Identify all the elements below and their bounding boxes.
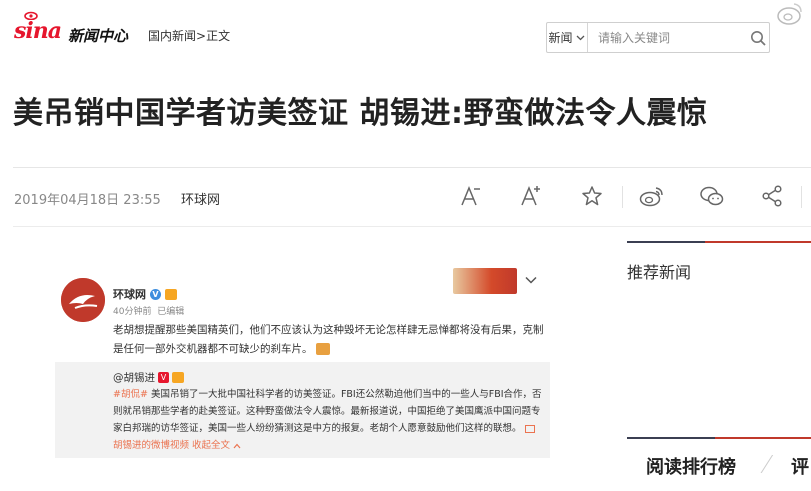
huanqiu-logo-icon xyxy=(61,278,105,322)
svg-text:sina: sina xyxy=(14,18,61,42)
breadcrumb: 国内新闻>正文 xyxy=(148,27,230,44)
avatar xyxy=(61,278,105,322)
embedded-weibo-post: 环球网 V 40分钟前 已编辑 老胡想提醒那些美国精英们，他们不应该认为这种毁坏… xyxy=(55,262,550,458)
verified-icon: V xyxy=(150,288,161,300)
repost-author-name[interactable]: @胡锡进 xyxy=(113,370,155,385)
meta-divider xyxy=(13,226,811,227)
font-larger-icon xyxy=(521,186,540,206)
weibo-corner-icon[interactable] xyxy=(774,0,804,28)
font-smaller-icon xyxy=(461,186,480,206)
title-divider xyxy=(13,167,811,168)
post-banner-image xyxy=(453,268,517,294)
recommended-bar-navy xyxy=(627,241,705,243)
article-date: 2019年04月18日 23:55 xyxy=(14,193,161,208)
post-edited: 已编辑 xyxy=(157,307,185,317)
post-author-name[interactable]: 环球网 xyxy=(113,286,146,302)
sina-eye-icon xyxy=(24,11,38,20)
repost-block: @胡锡进 V #胡侃# 美国吊销了一大批中国社科学者的访美签证。FBI还公然勒迫… xyxy=(55,362,550,458)
emoji-icon xyxy=(315,343,330,355)
post-text: 老胡想提醒那些美国精英们，他们不应该认为这种毁坏无论怎样肆无忌惮都将没有后果，克… xyxy=(113,321,545,359)
verified-red-icon: V xyxy=(158,372,169,383)
search-category-select[interactable]: 新闻 xyxy=(547,23,588,52)
recommended-bar-red xyxy=(705,241,811,243)
member-badge-icon xyxy=(165,288,177,300)
rank-bar-navy xyxy=(627,437,715,439)
share-icon xyxy=(762,185,782,207)
search-icon xyxy=(751,30,767,46)
repost-text: #胡侃# 美国吊销了一大批中国社科学者的访美签证。FBI还公然勒迫他们当中的一些… xyxy=(113,386,543,454)
breadcrumb-current: 正文 xyxy=(206,29,231,43)
weibo-share-button[interactable] xyxy=(638,181,664,211)
recommended-title: 推荐新闻 xyxy=(627,263,692,282)
sina-logo[interactable]: sina 新闻中心 xyxy=(13,11,129,46)
chevron-down-icon xyxy=(525,276,537,284)
post-time: 40分钟前 已编辑 xyxy=(113,304,184,317)
video-link-label: 胡锡进的微博视频 xyxy=(113,440,190,451)
font-smaller-button[interactable] xyxy=(458,181,484,211)
tab-separator: / xyxy=(758,452,775,477)
rank-bar-red xyxy=(715,437,811,439)
weibo-share-icon xyxy=(639,187,663,207)
post-author: 环球网 V xyxy=(113,286,177,302)
repost-author: @胡锡进 V xyxy=(113,370,184,385)
search-category-label: 新闻 xyxy=(548,31,573,45)
repost-hashtag[interactable]: #胡侃# xyxy=(113,389,148,400)
logo-news-center: 新闻中心 xyxy=(68,27,129,45)
collapse-label: 收起全文 xyxy=(192,440,231,451)
tab-reading-rank[interactable]: 阅读排行榜 xyxy=(646,453,736,479)
favorite-star-icon xyxy=(582,186,602,206)
member-badge-icon xyxy=(172,372,184,383)
toolbar-separator xyxy=(622,186,623,208)
sina-letters-icon: sina xyxy=(13,18,62,44)
wechat-share-icon xyxy=(700,186,724,206)
article-title: 美吊销中国学者访美签证 胡锡进:野蛮做法令人震惊 xyxy=(13,96,708,131)
sina-wordmark: sina xyxy=(13,11,64,46)
toolbar-separator xyxy=(801,186,802,208)
breadcrumb-separator: > xyxy=(196,29,207,43)
article-source[interactable]: 环球网 xyxy=(181,189,220,208)
font-larger-button[interactable] xyxy=(518,181,544,211)
collapse-link[interactable]: 收起全文 xyxy=(192,440,241,451)
search-box: 新闻 xyxy=(546,22,770,53)
post-time-value: 40分钟前 xyxy=(113,307,152,317)
repost-text-body: 美国吊销了一大批中国社科学者的访美签证。FBI还公然勒迫他们当中的一些人与FBI… xyxy=(113,389,542,434)
share-button[interactable] xyxy=(759,181,785,211)
video-icon xyxy=(524,424,535,433)
favorite-button[interactable] xyxy=(579,181,605,211)
chevron-down-icon xyxy=(577,35,585,40)
breadcrumb-section[interactable]: 国内新闻 xyxy=(148,29,196,43)
chevron-up-icon xyxy=(233,443,241,448)
tab-comment-rank[interactable]: 评 xyxy=(791,453,809,479)
search-button[interactable] xyxy=(748,23,769,52)
search-input[interactable] xyxy=(587,23,748,52)
wechat-share-button[interactable] xyxy=(699,181,725,211)
